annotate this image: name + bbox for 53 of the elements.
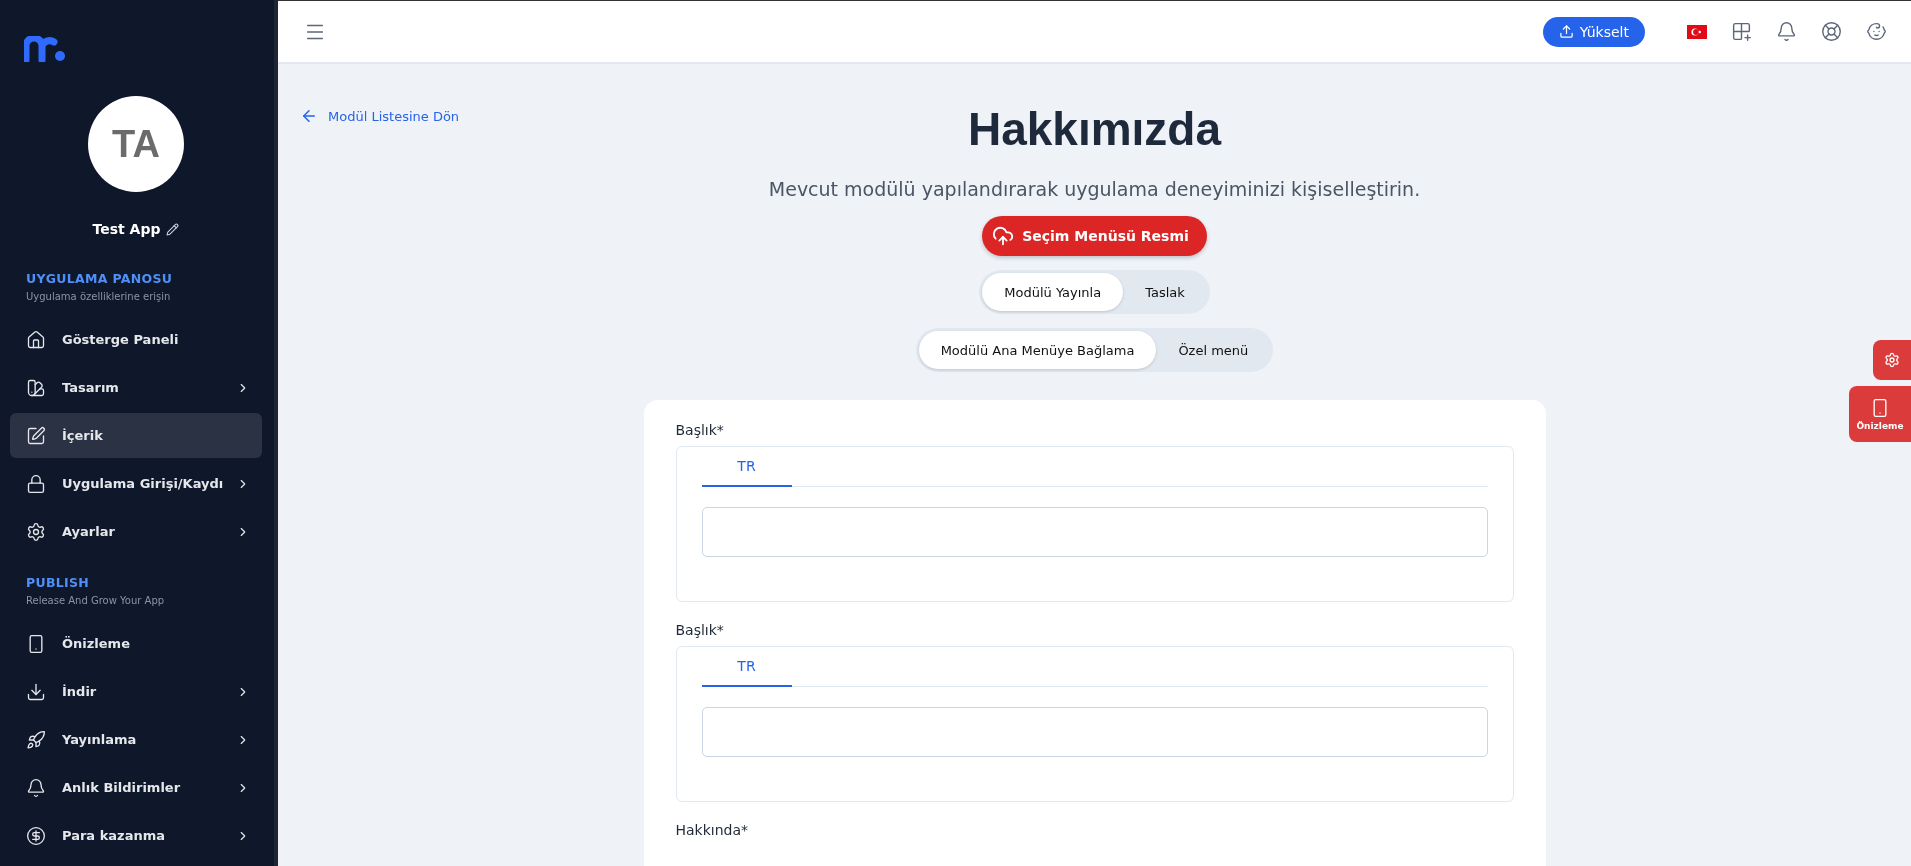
sidebar-item[interactable]: Tasarım [10, 365, 262, 410]
input-field[interactable] [701, 707, 1488, 757]
bell-icon[interactable] [1776, 21, 1797, 42]
toggle-option[interactable]: Modülü Ana Menüye Bağlama [918, 331, 1157, 369]
logo-icon [24, 36, 66, 62]
language-tab[interactable]: TR [701, 647, 792, 687]
menu-item-icon [26, 329, 46, 350]
menu-item-icon [26, 425, 46, 446]
upload-icon [1558, 24, 1574, 39]
section-title: PUBLISH [26, 575, 91, 590]
menu-item-icon [26, 681, 46, 702]
add-apps-icon[interactable] [1731, 21, 1752, 42]
menu-item-icon [26, 377, 46, 398]
page-subtitle: Mevcut modülü yapılandırarak uygulama deneyiminizi kişiselleştirin. [768, 178, 1421, 200]
sidebar-item[interactable]: İndir [10, 669, 262, 714]
field-label: Başlık* [675, 622, 725, 638]
back-link[interactable]: Modül Listesine Dön [300, 107, 460, 125]
sidebar-item[interactable]: Gösterge Paneli [10, 317, 262, 362]
menu-item-icon [26, 521, 46, 542]
app-name: Test App [92, 221, 161, 237]
upgrade-button[interactable]: Yükselt [1542, 16, 1645, 47]
language-tab[interactable]: TR [701, 447, 792, 487]
section-subtitle: Release And Grow Your App [26, 595, 166, 606]
settings-button[interactable] [1873, 340, 1911, 380]
face-icon[interactable] [1866, 21, 1887, 42]
upload-image-button[interactable]: Seçim Menüsü Resmi [982, 216, 1207, 256]
flag-icon[interactable] [1687, 24, 1707, 39]
menu-item-icon [26, 825, 46, 846]
sidebar-item[interactable]: Uygulama Girişi/Kaydı [10, 461, 262, 506]
cloud-upload-icon [992, 225, 1015, 247]
menu-item-icon [26, 777, 46, 798]
section-subtitle: Uygulama özelliklerine erişin [26, 291, 172, 302]
toggle-option[interactable]: Özel menü [1156, 331, 1271, 369]
preview-button[interactable]: Önizleme [1849, 386, 1911, 442]
avatar: TA [88, 96, 184, 192]
input-field[interactable] [701, 507, 1488, 557]
menu-item-icon [26, 729, 46, 750]
sidebar-item[interactable]: Ayarlar [10, 509, 262, 554]
menu-item-icon [26, 473, 46, 494]
sidebar-item[interactable]: Anlık Bildirimler [10, 765, 262, 810]
page-title: Hakkımızda [967, 102, 1222, 156]
field-label: Başlık* [675, 422, 725, 438]
edit-icon[interactable] [166, 222, 180, 236]
gear-icon [1884, 352, 1900, 368]
sidebar-item[interactable]: İçerik [10, 413, 262, 458]
field-label: Hakkında* [675, 822, 750, 838]
sidebar-item[interactable]: Önizleme [10, 621, 262, 666]
lifebuoy-icon[interactable] [1821, 21, 1842, 42]
toggle-option[interactable]: Modülü Yayınla [982, 273, 1124, 311]
section-title: UYGULAMA PANOSU [26, 271, 174, 286]
toggle-option[interactable]: Taslak [1123, 273, 1207, 311]
sidebar-item[interactable]: Yayınlama [10, 717, 262, 762]
sidebar-item[interactable]: Para kazanma [10, 813, 262, 858]
